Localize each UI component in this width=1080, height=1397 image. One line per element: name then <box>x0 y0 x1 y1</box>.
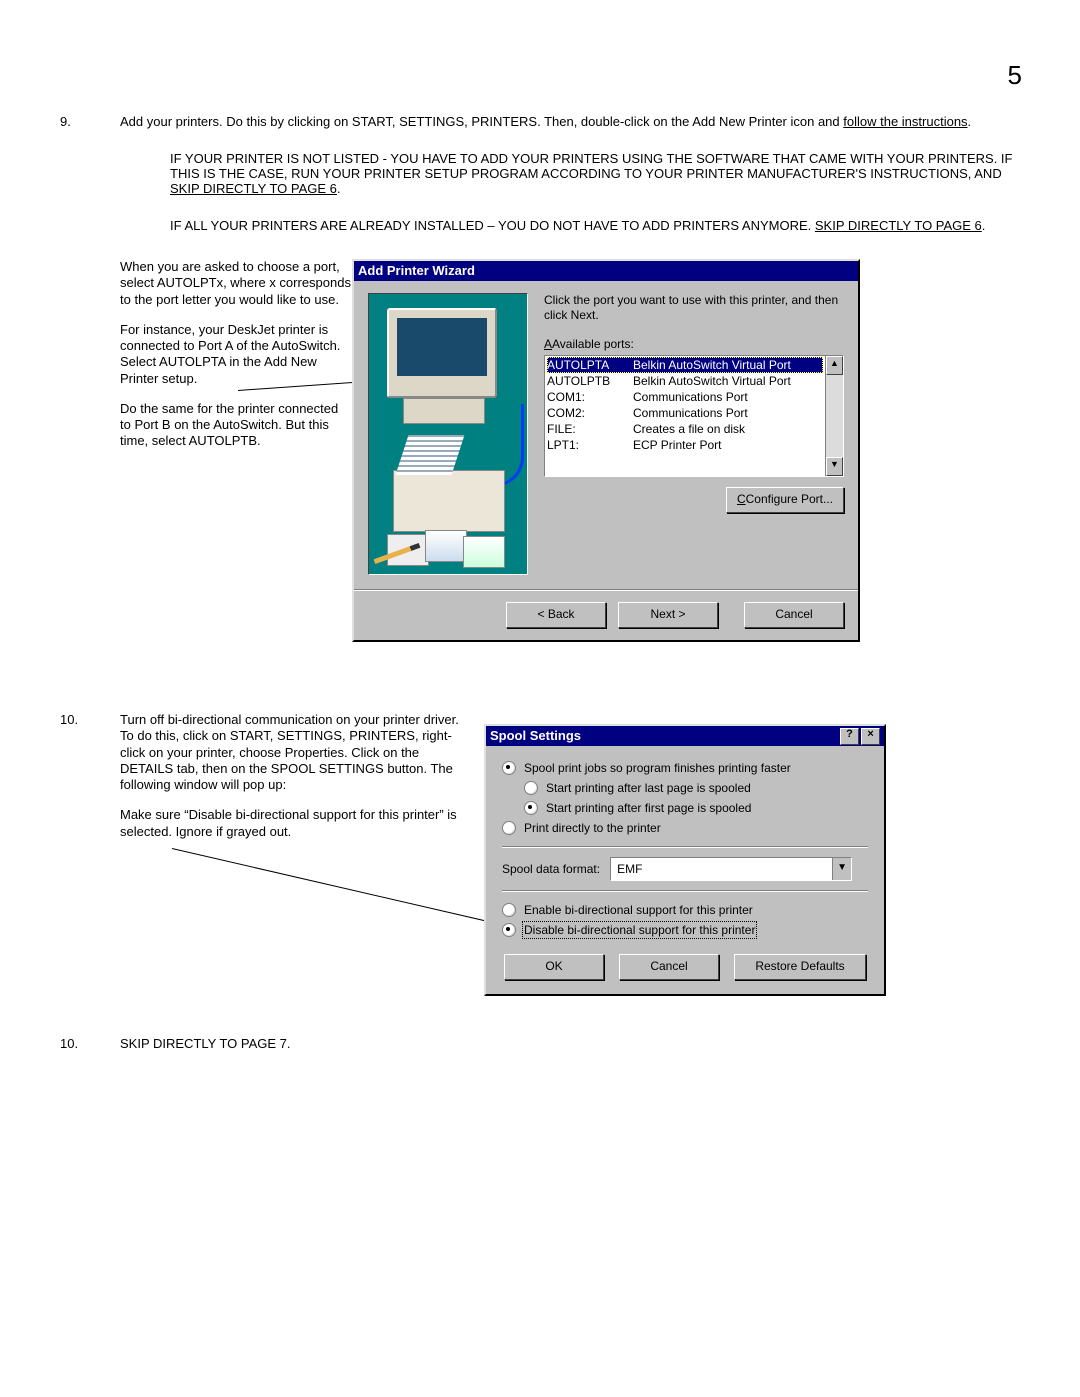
radio-label: Start printing after first page is spool… <box>546 801 751 815</box>
spool-format-label: Spool data format: <box>502 862 600 876</box>
wizard-button-row: < Back Next > Cancel <box>354 589 858 640</box>
paragraph: Do the same for the printer connected to… <box>120 401 352 450</box>
step-body: Add your printers. Do this by clicking o… <box>120 114 1034 642</box>
back-button[interactable]: < Back <box>506 602 606 628</box>
wizard-illustration <box>368 293 528 575</box>
port-row[interactable]: AUTOLPTABelkin AutoSwitch Virtual Port <box>547 357 823 373</box>
radio-enable-bidi[interactable]: Enable bi-directional support for this p… <box>502 900 868 920</box>
port-desc: ECP Printer Port <box>633 437 721 453</box>
port-row[interactable]: AUTOLPTBBelkin AutoSwitch Virtual Port <box>547 373 823 389</box>
ok-button[interactable]: OK <box>504 954 604 980</box>
help-icon[interactable]: ? <box>840 728 859 745</box>
window-titlebar[interactable]: Spool Settings ? × <box>486 726 884 746</box>
spool-format-row: Spool data format: EMF ▼ <box>502 856 868 882</box>
port-desc: Belkin AutoSwitch Virtual Port <box>633 373 791 389</box>
radio-disable-bidi[interactable]: Disable bi-directional support for this … <box>502 920 868 940</box>
radio-print-direct[interactable]: Print directly to the printer <box>502 818 868 838</box>
radio-icon <box>502 903 516 917</box>
text: IF ALL YOUR PRINTERS ARE ALREADY INSTALL… <box>170 218 815 233</box>
cancel-button[interactable]: Cancel <box>619 954 719 980</box>
text: . <box>337 181 341 196</box>
window-client-area: Spool print jobs so program finishes pri… <box>486 746 884 994</box>
radio-after-last[interactable]: Start printing after last page is spoole… <box>524 778 868 798</box>
window-titlebar[interactable]: Add Printer Wizard <box>354 261 858 281</box>
explanatory-text: Turn off bi-directional communication on… <box>120 712 460 854</box>
radio-label: Print directly to the printer <box>524 821 661 835</box>
text: Add your printers. Do this by clicking o… <box>120 114 843 129</box>
radio-spool[interactable]: Spool print jobs so program finishes pri… <box>502 758 868 778</box>
port-code: COM1: <box>547 389 633 405</box>
radio-icon <box>524 781 538 795</box>
note-block: IF YOUR PRINTER IS NOT LISTED - YOU HAVE… <box>170 151 1034 196</box>
scroll-down-icon[interactable]: ▼ <box>826 457 843 476</box>
text-underlined: SKIP DIRECTLY TO PAGE 6 <box>170 181 337 196</box>
radio-label: Spool print jobs so program finishes pri… <box>524 761 791 775</box>
port-row[interactable]: COM2:Communications Port <box>547 405 823 421</box>
close-icon[interactable]: × <box>861 728 880 745</box>
text: IF YOUR PRINTER IS NOT LISTED - YOU HAVE… <box>170 151 1012 181</box>
explanatory-text: When you are asked to choose a port, sel… <box>120 259 352 464</box>
port-code: COM2: <box>547 405 633 421</box>
port-desc: Belkin AutoSwitch Virtual Port <box>633 357 791 373</box>
paragraph: When you are asked to choose a port, sel… <box>120 259 352 308</box>
configure-port-button[interactable]: CConfigure Port... <box>726 487 844 513</box>
window-title: Add Printer Wizard <box>358 261 854 281</box>
step-10b: 10. SKIP DIRECTLY TO PAGE 7. <box>60 1036 1034 1051</box>
step-number: 10. <box>60 712 120 996</box>
note-block: IF ALL YOUR PRINTERS ARE ALREADY INSTALL… <box>170 218 1034 233</box>
step-number: 10. <box>60 1036 120 1051</box>
step-body: Turn off bi-directional communication on… <box>120 712 1034 996</box>
restore-defaults-button[interactable]: Restore Defaults <box>734 954 866 980</box>
wizard-instruction: Click the port you want to use with this… <box>544 293 844 323</box>
scroll-up-icon[interactable]: ▲ <box>826 356 843 375</box>
document-page: 5 9. Add your printers. Do this by click… <box>0 0 1080 1111</box>
cancel-button[interactable]: Cancel <box>744 602 844 628</box>
radio-icon <box>524 801 538 815</box>
callout-arrow <box>172 848 523 930</box>
page-number: 5 <box>1008 60 1022 91</box>
radio-icon <box>502 923 516 937</box>
available-ports-list[interactable]: AUTOLPTABelkin AutoSwitch Virtual PortAU… <box>544 355 844 477</box>
dialog-button-row: OK Cancel Restore Defaults <box>502 954 868 980</box>
available-ports-label: AAvailable ports: <box>544 337 844 351</box>
step-9: 9. Add your printers. Do this by clickin… <box>60 114 1034 642</box>
step-number: 9. <box>60 114 120 642</box>
paragraph: Make sure “Disable bi-directional suppor… <box>120 807 460 840</box>
port-row[interactable]: LPT1:ECP Printer Port <box>547 437 823 453</box>
port-code: FILE: <box>547 421 633 437</box>
radio-icon <box>502 821 516 835</box>
text-underlined: SKIP DIRECTLY TO PAGE 6 <box>815 218 982 233</box>
port-code: AUTOLPTA <box>547 357 633 373</box>
port-row[interactable]: FILE:Creates a file on disk <box>547 421 823 437</box>
radio-icon <box>502 761 516 775</box>
text: . <box>968 114 972 129</box>
divider <box>502 890 868 892</box>
window-client-area: Click the port you want to use with this… <box>354 281 858 589</box>
radio-label: Disable bi-directional support for this … <box>524 923 755 937</box>
spool-format-combo[interactable]: EMF ▼ <box>610 857 852 881</box>
chevron-down-icon[interactable]: ▼ <box>832 858 851 880</box>
radio-after-first[interactable]: Start printing after first page is spool… <box>524 798 868 818</box>
window-title: Spool Settings <box>490 726 838 746</box>
combo-value: EMF <box>611 862 832 876</box>
port-desc: Communications Port <box>633 405 748 421</box>
scrollbar[interactable]: ▲ ▼ <box>825 356 843 476</box>
divider <box>502 846 868 848</box>
radio-label: Start printing after last page is spoole… <box>546 781 751 795</box>
port-row[interactable]: COM1:Communications Port <box>547 389 823 405</box>
port-code: LPT1: <box>547 437 633 453</box>
next-button[interactable]: Next > <box>618 602 718 628</box>
port-desc: Creates a file on disk <box>633 421 745 437</box>
port-code: AUTOLPTB <box>547 373 633 389</box>
port-desc: Communications Port <box>633 389 748 405</box>
paragraph: For instance, your DeskJet printer is co… <box>120 322 352 387</box>
paragraph: Turn off bi-directional communication on… <box>120 712 460 793</box>
spool-settings-dialog: Spool Settings ? × Spool print jobs so p… <box>484 724 886 996</box>
add-printer-wizard-window: Add Printer Wizard Click the port y <box>352 259 860 642</box>
step-body: SKIP DIRECTLY TO PAGE 7. <box>120 1036 1034 1051</box>
radio-label: Enable bi-directional support for this p… <box>524 903 753 917</box>
step-10: 10. Turn off bi-directional communicatio… <box>60 712 1034 996</box>
text-underlined: follow the instructions <box>843 114 967 129</box>
text: . <box>982 218 986 233</box>
